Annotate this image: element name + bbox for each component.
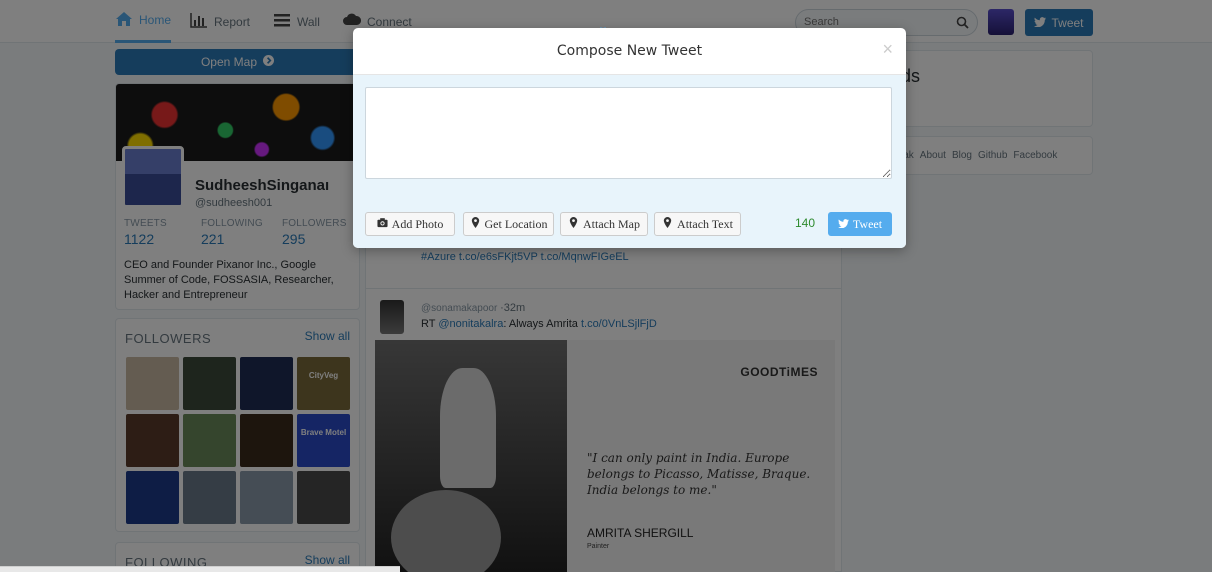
tweet-textarea[interactable] bbox=[365, 87, 892, 179]
map-marker-icon bbox=[568, 216, 579, 232]
map-marker-icon bbox=[470, 216, 481, 232]
attach-map-button[interactable]: Attach Map bbox=[560, 212, 648, 236]
camera-icon bbox=[377, 217, 388, 232]
modal-title: Compose New Tweet bbox=[556, 43, 703, 59]
add-photo-label: Add Photo bbox=[391, 216, 444, 231]
map-marker-icon bbox=[662, 216, 673, 232]
close-icon[interactable]: × bbox=[882, 39, 893, 60]
modal-header: Compose New Tweet × bbox=[353, 28, 906, 75]
compose-tweet-modal: Compose New Tweet × Add Photo Get Locati… bbox=[353, 28, 906, 248]
attach-text-button[interactable]: Attach Text bbox=[654, 212, 741, 236]
get-location-label: Get Location bbox=[484, 216, 548, 231]
attach-map-label: Attach Map bbox=[583, 216, 640, 231]
character-count: 140 bbox=[795, 216, 816, 230]
modal-body: Add Photo Get Location Attach Map Attach… bbox=[353, 75, 906, 248]
attach-text-label: Attach Text bbox=[677, 216, 733, 231]
submit-tweet-button[interactable]: Tweet bbox=[828, 212, 892, 236]
add-photo-button[interactable]: Add Photo bbox=[365, 212, 455, 236]
twitter-bird-icon bbox=[838, 217, 849, 232]
submit-tweet-label: Tweet bbox=[852, 216, 883, 231]
get-location-button[interactable]: Get Location bbox=[463, 212, 554, 236]
horizontal-scrollbar[interactable] bbox=[0, 566, 400, 572]
